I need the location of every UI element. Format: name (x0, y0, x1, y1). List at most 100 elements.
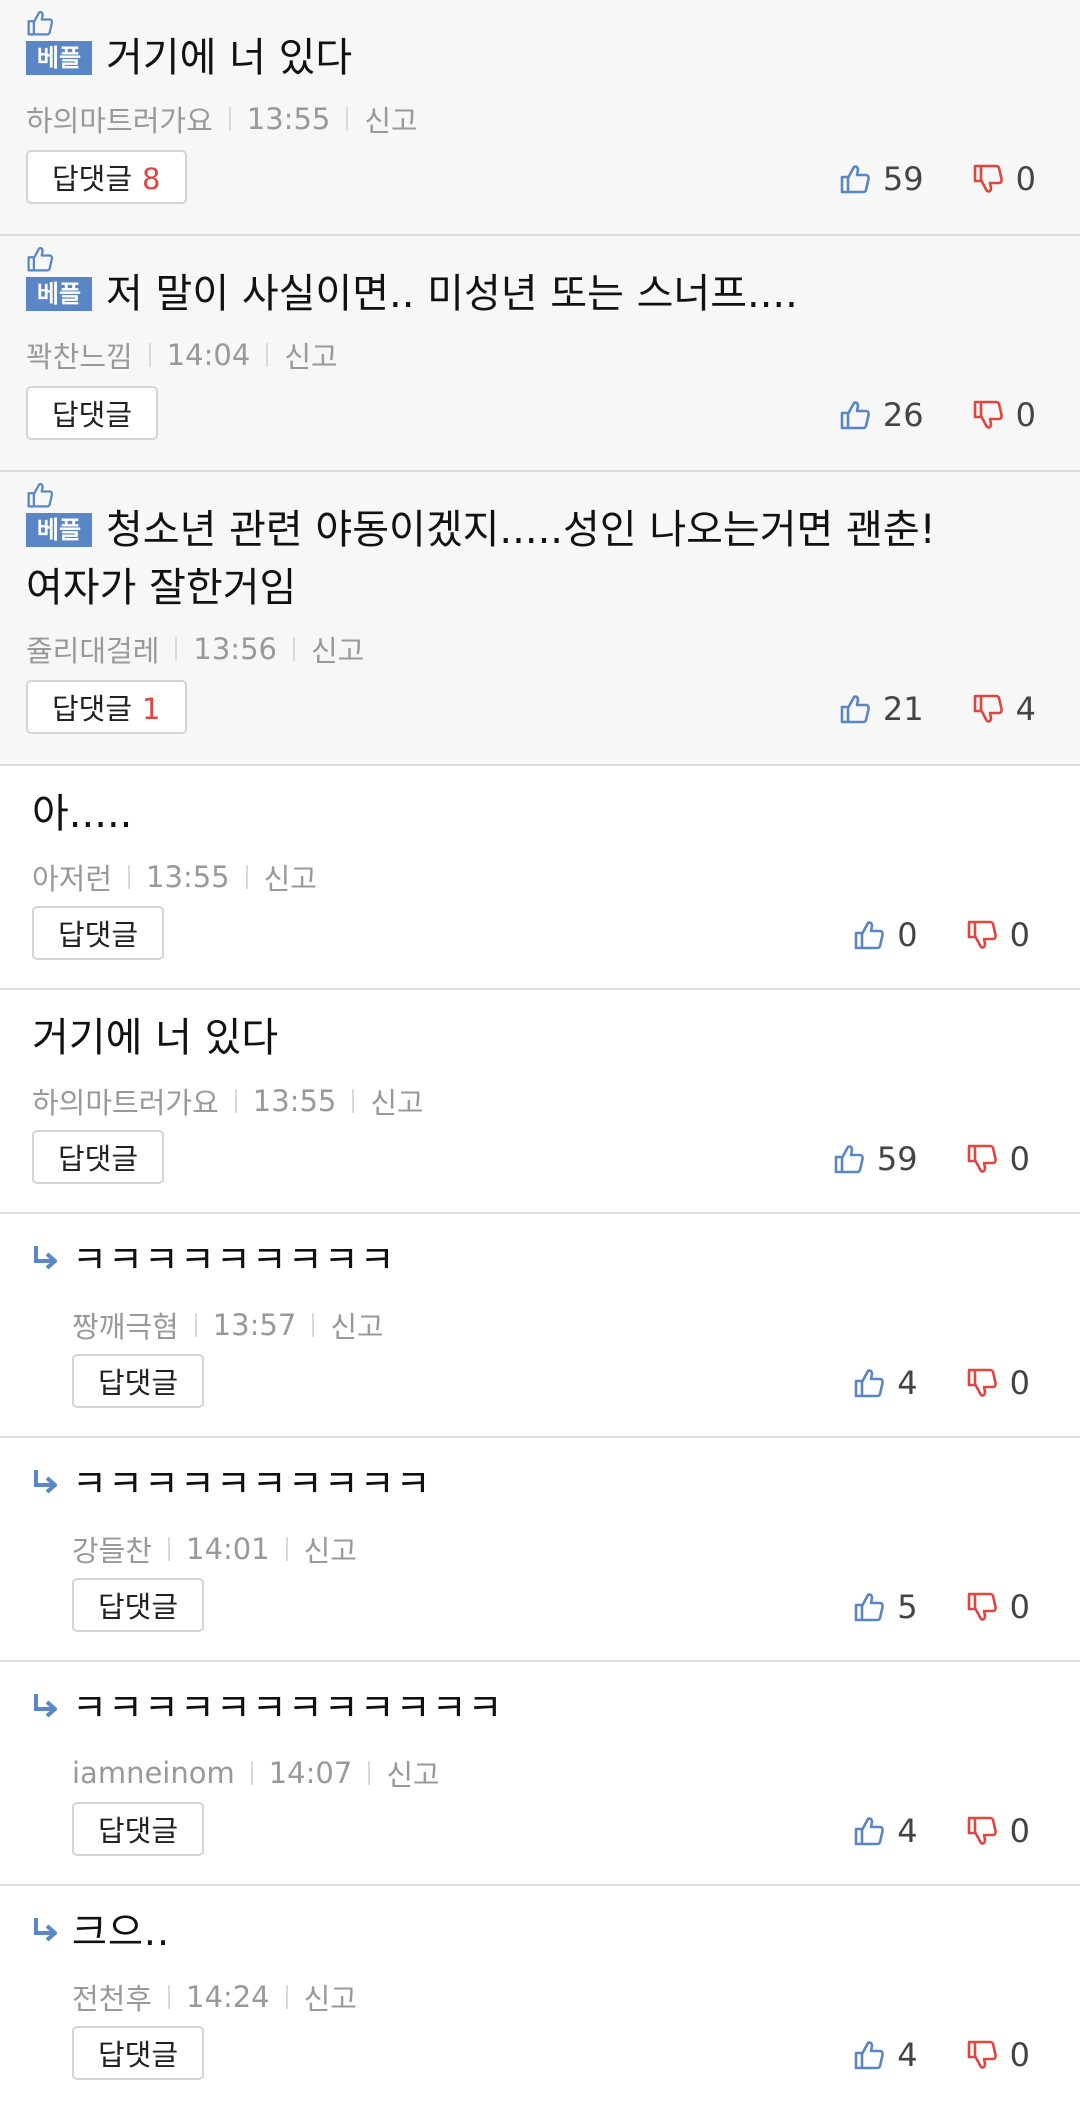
comment-text: 크으.. (72, 1910, 171, 1954)
comment-text: 청소년 관련 야동이겠지.....성인 나오는거면 괜춘! (106, 507, 936, 553)
thumbs-up-icon (853, 1591, 885, 1623)
comment-author[interactable]: 쥴리대걸레 (26, 628, 159, 670)
comment-time: 14:01 (186, 1532, 270, 1566)
comment-author[interactable]: 짱깨극혐 (72, 1304, 179, 1346)
divider (175, 637, 178, 661)
upvote-button[interactable]: 4 (853, 1364, 918, 1402)
downvote-count: 0 (1009, 2036, 1030, 2074)
best-badge: 베플 (26, 277, 92, 311)
report-link[interactable]: 신고 (304, 1528, 357, 1570)
comment-text: 거기에 너 있다 (106, 35, 353, 81)
upvote-count: 21 (882, 690, 924, 728)
comment-author[interactable]: iamneinom (72, 1756, 235, 1790)
reply-button-label: 답댓글 (98, 1814, 179, 1848)
comment-text-line2: 여자가 잘한거임 (26, 565, 297, 611)
thumbs-down-icon (966, 1367, 998, 1399)
report-link[interactable]: 신고 (386, 1752, 439, 1794)
comment-author[interactable]: 전천후 (72, 1976, 152, 2018)
divider (128, 865, 131, 889)
reply-arrow-icon (30, 1468, 60, 1498)
thumbs-up-icon (839, 693, 871, 725)
comment-meta: 전천후 14:24 신고 (72, 1976, 357, 2018)
downvote-button[interactable]: 0 (966, 1364, 1030, 1402)
reply-button[interactable]: 답댓글 (72, 1354, 205, 1408)
comment-text: ㅋㅋㅋㅋㅋㅋㅋㅋㅋㅋ (72, 1462, 432, 1506)
reply-button[interactable]: 답댓글 (26, 386, 159, 440)
thumbs-up-icon (26, 7, 54, 39)
reply-comment: ㅋㅋㅋㅋㅋㅋㅋㅋㅋㅋㅋㅋ iamneinom 14:07 신고 답댓글 4 0 (0, 1662, 1080, 1886)
downvote-count: 0 (1009, 1812, 1030, 1850)
report-link[interactable]: 신고 (364, 98, 417, 140)
report-link[interactable]: 신고 (264, 856, 317, 898)
reply-button[interactable]: 답댓글 (72, 1578, 205, 1632)
vote-area: 5 0 (853, 1588, 1030, 1626)
comment-author[interactable]: 강들찬 (72, 1528, 152, 1570)
report-link[interactable]: 신고 (311, 628, 364, 670)
divider (292, 637, 295, 661)
thumbs-down-icon (966, 1143, 998, 1175)
reply-button[interactable]: 답댓글 (32, 906, 165, 960)
comment-author[interactable]: 아저런 (32, 856, 112, 898)
downvote-button[interactable]: 0 (966, 2036, 1030, 2074)
vote-area: 21 4 (839, 690, 1036, 728)
reply-button[interactable]: 답댓글 8 (26, 150, 187, 204)
report-link[interactable]: 신고 (304, 1976, 357, 2018)
upvote-button[interactable]: 4 (853, 2036, 918, 2074)
reply-button-label: 답댓글 (98, 1366, 179, 1400)
comment-text: ㅋㅋㅋㅋㅋㅋㅋㅋㅋㅋㅋㅋ (72, 1686, 504, 1730)
downvote-count: 0 (1015, 160, 1036, 198)
downvote-count: 4 (1015, 690, 1036, 728)
best-comment: 베플 거기에 너 있다 하의마트러가요 13:55 신고 답댓글 8 59 0 (0, 0, 1080, 236)
reply-button[interactable]: 답댓글 (72, 1802, 205, 1856)
upvote-button[interactable]: 21 (839, 690, 924, 728)
upvote-count: 59 (876, 1140, 918, 1178)
thumbs-up-icon (839, 399, 871, 431)
downvote-button[interactable]: 0 (972, 396, 1036, 434)
upvote-button[interactable]: 26 (839, 396, 924, 434)
report-link[interactable]: 신고 (284, 334, 337, 376)
best-badge: 베플 (26, 41, 92, 75)
upvote-button[interactable]: 5 (853, 1588, 918, 1626)
downvote-button[interactable]: 4 (972, 690, 1036, 728)
reply-comment: ㅋㅋㅋㅋㅋㅋㅋㅋㅋ 짱깨극혐 13:57 신고 답댓글 4 0 (0, 1214, 1080, 1438)
reply-arrow-icon (30, 1916, 60, 1946)
upvote-button[interactable]: 59 (833, 1140, 918, 1178)
downvote-button[interactable]: 0 (972, 160, 1036, 198)
thumbs-up-icon (853, 919, 885, 951)
divider (285, 1985, 288, 2009)
comment-meta: 하의마트러가요 13:55 신고 (32, 1080, 424, 1122)
downvote-button[interactable]: 0 (966, 1140, 1030, 1178)
reply-comment: 크으.. 전천후 14:24 신고 답댓글 4 0 (0, 1886, 1080, 2110)
comment-meta: 짱깨극혐 13:57 신고 (72, 1304, 384, 1346)
best-badge: 베플 (26, 513, 92, 547)
reply-button[interactable]: 답댓글 1 (26, 680, 187, 734)
vote-area: 4 0 (853, 2036, 1030, 2074)
upvote-button[interactable]: 59 (839, 160, 924, 198)
reply-button[interactable]: 답댓글 (32, 1130, 165, 1184)
reply-button-label: 답댓글 (52, 162, 133, 196)
vote-area: 4 0 (853, 1812, 1030, 1850)
comment-time: 13:56 (193, 632, 277, 666)
divider (194, 1313, 197, 1337)
thumbs-down-icon (972, 163, 1004, 195)
comment-author[interactable]: 꽉찬느낌 (26, 334, 133, 376)
report-link[interactable]: 신고 (370, 1080, 423, 1122)
vote-area: 26 0 (839, 396, 1036, 434)
divider (168, 1537, 171, 1561)
downvote-count: 0 (1009, 1588, 1030, 1626)
comment-author[interactable]: 하의마트러가요 (32, 1080, 219, 1122)
downvote-button[interactable]: 0 (966, 1812, 1030, 1850)
downvote-button[interactable]: 0 (966, 1588, 1030, 1626)
reply-button-label: 답댓글 (58, 1142, 139, 1176)
upvote-count: 5 (897, 1588, 918, 1626)
comment-author[interactable]: 하의마트러가요 (26, 98, 213, 140)
upvote-button[interactable]: 4 (853, 1812, 918, 1850)
best-label: 베플 (26, 277, 92, 311)
reply-comment: ㅋㅋㅋㅋㅋㅋㅋㅋㅋㅋ 강들찬 14:01 신고 답댓글 5 0 (0, 1438, 1080, 1662)
comment-meta: iamneinom 14:07 신고 (72, 1752, 440, 1794)
downvote-button[interactable]: 0 (966, 916, 1030, 954)
upvote-button[interactable]: 0 (853, 916, 918, 954)
report-link[interactable]: 신고 (330, 1304, 383, 1346)
reply-button[interactable]: 답댓글 (72, 2026, 205, 2080)
thumbs-up-icon (853, 2039, 885, 2071)
